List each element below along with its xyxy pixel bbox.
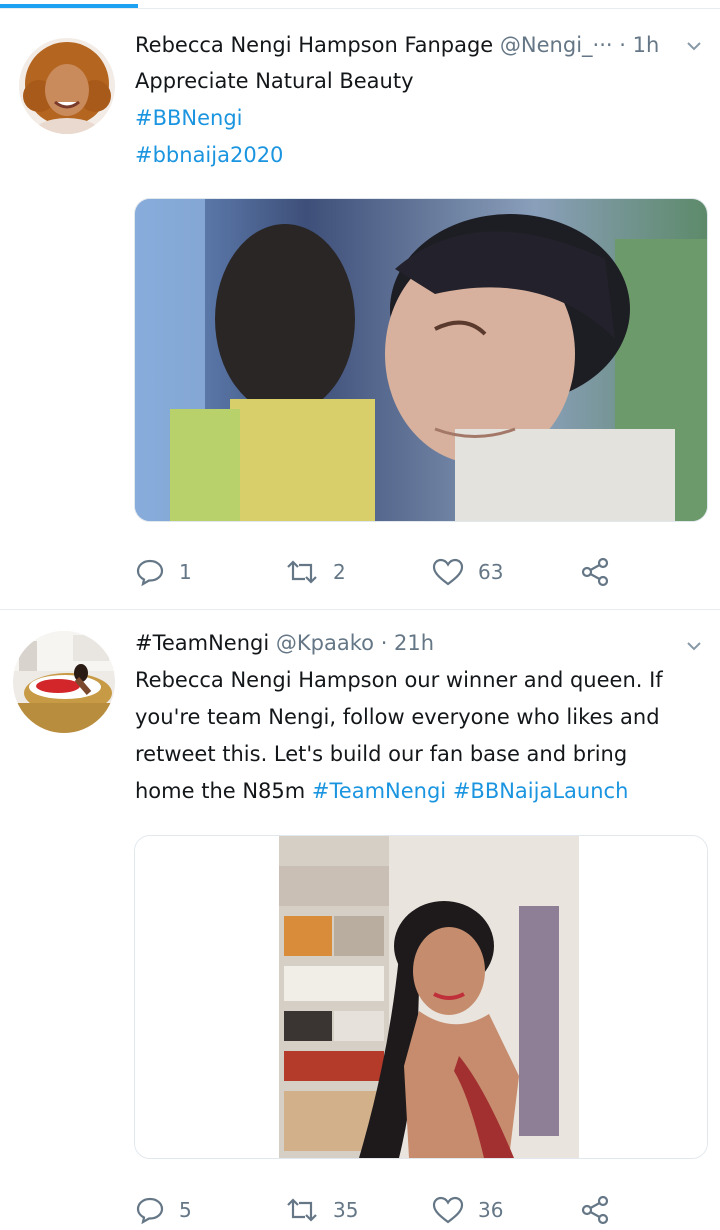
retweet-button[interactable]: 35 — [285, 1190, 358, 1230]
tweet-line: retweet this. Let's build our fan base a… — [135, 742, 628, 766]
tweet-2[interactable]: #TeamNengi @Kpaako · 21h Rebecca Nengi H… — [0, 610, 720, 1225]
tweet-photo[interactable] — [134, 835, 708, 1159]
avatar[interactable] — [19, 38, 115, 134]
reply-count: 5 — [179, 1198, 192, 1222]
chevron-down-icon[interactable] — [686, 638, 702, 654]
chevron-down-icon[interactable] — [686, 38, 702, 54]
author-handle[interactable]: @Nengi_··· — [500, 33, 613, 57]
author-name[interactable]: #TeamNengi — [135, 631, 269, 655]
retweet-count: 35 — [333, 1198, 359, 1222]
share-button[interactable] — [580, 1190, 610, 1230]
reply-count: 1 — [179, 560, 192, 584]
tweet-line: Rebecca Nengi Hampson our winner and que… — [135, 668, 663, 692]
author-name[interactable]: Rebecca Nengi Hampson Fanpage — [135, 33, 493, 57]
like-count: 36 — [478, 1198, 504, 1222]
tweet-text: Rebecca Nengi Hampson our winner and que… — [135, 662, 710, 810]
tweet-1[interactable]: Rebecca Nengi Hampson Fanpage @Nengi_···… — [0, 0, 720, 610]
tweet-actions: 1 2 63 — [135, 552, 635, 592]
tweet-text: Appreciate Natural Beauty #BBNengi #bbna… — [135, 63, 414, 174]
hashtag-link[interactable]: #BBNengi — [135, 100, 414, 137]
tweet-time[interactable]: · 21h — [381, 631, 434, 655]
share-button[interactable] — [580, 552, 610, 592]
tweet-photo[interactable] — [134, 198, 708, 522]
tweet-line: home the N85m #TeamNengi #BBNaijaLaunch — [135, 773, 710, 810]
reply-icon — [136, 559, 164, 587]
like-button[interactable]: 63 — [432, 552, 503, 592]
tweet-line: Appreciate Natural Beauty — [135, 69, 414, 93]
reply-button[interactable]: 1 — [135, 552, 192, 592]
like-icon — [432, 558, 464, 586]
retweet-count: 2 — [333, 560, 346, 584]
reply-button[interactable]: 5 — [135, 1190, 192, 1230]
tweet-line: you're team Nengi, follow everyone who l… — [135, 705, 660, 729]
like-icon — [432, 1196, 464, 1224]
retweet-icon — [287, 1198, 317, 1222]
avatar[interactable] — [13, 631, 115, 733]
like-count: 63 — [478, 560, 504, 584]
retweet-button[interactable]: 2 — [285, 552, 346, 592]
tweet-header: Rebecca Nengi Hampson Fanpage @Nengi_···… — [135, 33, 659, 57]
like-button[interactable]: 36 — [432, 1190, 503, 1230]
share-icon — [581, 1195, 609, 1225]
share-icon — [581, 557, 609, 587]
tweet-actions: 5 35 36 — [135, 1190, 635, 1230]
reply-icon — [136, 1197, 164, 1225]
hashtag-link[interactable]: #BBNaijaLaunch — [453, 779, 629, 803]
hashtag-link[interactable]: #bbnaija2020 — [135, 137, 414, 174]
tweet-header: #TeamNengi @Kpaako · 21h — [135, 631, 434, 655]
author-handle[interactable]: @Kpaako — [276, 631, 374, 655]
hashtag-link[interactable]: #TeamNengi — [312, 779, 446, 803]
tweet-line-text: home the N85m — [135, 779, 312, 803]
retweet-icon — [287, 560, 317, 584]
tweet-time[interactable]: · 1h — [619, 33, 659, 57]
